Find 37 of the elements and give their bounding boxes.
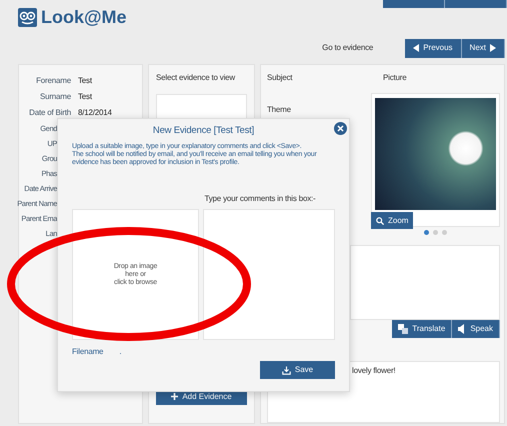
comments-field[interactable] xyxy=(203,209,335,340)
carousel-dot[interactable] xyxy=(433,230,438,235)
field-value: 8/12/2014 xyxy=(78,107,112,119)
speaker-icon xyxy=(458,324,466,334)
close-icon[interactable] xyxy=(334,122,347,135)
filename-label: Filename xyxy=(72,346,104,358)
toolbar-button[interactable] xyxy=(445,0,507,8)
field-value: Test xyxy=(78,91,92,103)
field-label: Forename xyxy=(35,75,71,87)
comment-text: lovely flower! xyxy=(352,366,396,376)
dialog-title: New Evidence [Test Test] xyxy=(152,124,254,138)
search-icon xyxy=(376,216,384,224)
caret-left-icon xyxy=(413,44,420,52)
comments-label: Type your comments in this box:- xyxy=(204,193,316,206)
picture-label: Picture xyxy=(383,72,408,84)
owl-logo-icon xyxy=(18,8,37,26)
carousel-dot[interactable] xyxy=(442,230,447,235)
field-value: Test xyxy=(78,75,92,87)
next-button[interactable]: Next xyxy=(462,38,505,58)
toolbar-button[interactable] xyxy=(383,0,445,8)
translate-icon xyxy=(398,324,408,334)
previous-button[interactable]: Prevous xyxy=(405,38,462,58)
field-label: Surname xyxy=(38,91,71,103)
translate-button[interactable]: Translate xyxy=(392,320,452,338)
save-button[interactable]: Save xyxy=(260,361,335,380)
subject-label: Subject xyxy=(267,72,294,84)
download-icon xyxy=(282,366,291,375)
theme-label: Theme xyxy=(267,104,292,116)
caret-right-icon xyxy=(490,44,496,52)
zoom-button[interactable]: Zoom xyxy=(371,212,414,229)
field-label: Date of Birth xyxy=(28,107,71,119)
carousel-dot[interactable] xyxy=(424,230,429,235)
filename-value: . xyxy=(119,346,122,358)
go-to-evidence-label: Go to evidence xyxy=(322,42,374,54)
select-evidence-label: Select evidence to view xyxy=(156,72,236,84)
speak-button[interactable]: Speak xyxy=(452,320,500,338)
app-title: Look@Me xyxy=(41,7,127,27)
